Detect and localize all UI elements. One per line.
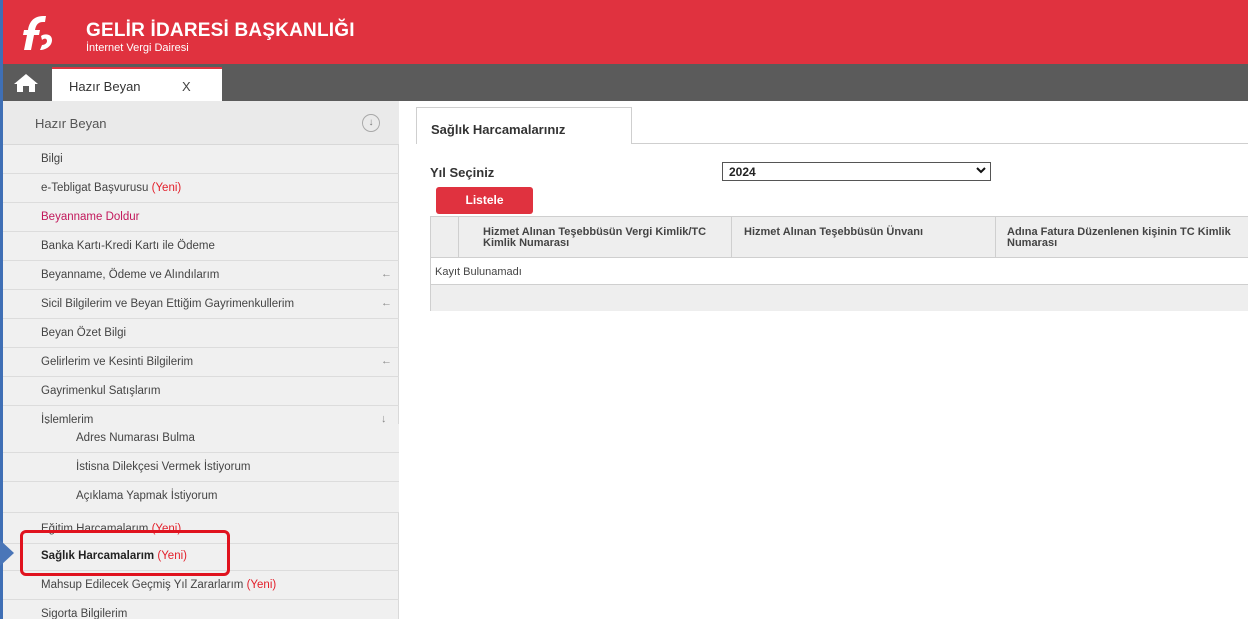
sidebar-item-label: Beyanname Doldur xyxy=(41,211,140,223)
sidebar-item-label: Eğitim Harcamalarım xyxy=(41,523,149,535)
sidebar-item-label: Açıklama Yapmak İstiyorum xyxy=(76,490,218,502)
gib-logo-icon xyxy=(23,16,52,50)
sidebar-item-label: Beyan Özet Bilgi xyxy=(41,327,127,339)
sidebar-item-beyanname-doldur[interactable]: Beyanname Doldur xyxy=(3,203,399,232)
sidebar-item-label: Sigorta Bilgilerim xyxy=(41,608,128,619)
new-badge: (Yeni) xyxy=(151,182,182,194)
app-subtitle: İnternet Vergi Dairesi xyxy=(86,42,189,54)
sidebar-item-label: e-Tebligat Başvurusu xyxy=(41,182,149,194)
expand-arrow-icon: ← xyxy=(381,297,392,309)
sidebar-item-label: Bilgi xyxy=(41,153,63,165)
column-header-label: Hizmet Alınan Teşebbüsün Ünvanı xyxy=(744,226,924,238)
sidebar-item-beyanname-odeme[interactable]: Beyanname, Ödeme ve Alındılarım ← xyxy=(3,261,399,290)
year-select[interactable]: 2024 xyxy=(722,162,991,181)
sidebar-item-beyan-ozet[interactable]: Beyan Özet Bilgi xyxy=(3,319,399,348)
column-header[interactable]: Adına Fatura Düzenlenen kişinin TC Kimli… xyxy=(996,217,1248,257)
sidebar-subitem-adres-numarasi[interactable]: Adres Numarası Bulma xyxy=(3,424,399,453)
sidebar-header-label: Hazır Beyan xyxy=(35,116,107,131)
close-tab-icon[interactable]: X xyxy=(182,79,191,94)
expand-arrow-icon: ← xyxy=(381,268,392,280)
column-header[interactable]: Hizmet Alınan Teşebbüsün Vergi Kimlik/TC… xyxy=(459,217,732,257)
sidebar-item-label: Gayrimenkul Satışlarım xyxy=(41,385,161,397)
sidebar-item-sicil-bilgilerim[interactable]: Sicil Bilgilerim ve Beyan Ettiğim Gayrim… xyxy=(3,290,399,319)
app-title: GELİR İDARESİ BAŞKANLIĞI xyxy=(86,20,355,41)
chevron-down-icon xyxy=(976,167,986,174)
pointer-arrow-icon xyxy=(0,540,14,566)
column-header[interactable]: Hizmet Alınan Teşebbüsün Ünvanı xyxy=(732,217,996,257)
sidebar-item-label: Beyanname, Ödeme ve Alındılarım xyxy=(41,269,220,281)
sidebar-item-label: İstisna Dilekçesi Vermek İstiyorum xyxy=(76,461,251,473)
sidebar-item-mahsup-edilecek[interactable]: Mahsup Edilecek Geçmiş Yıl Zararlarım (Y… xyxy=(3,571,399,600)
sidebar-item-label: Adres Numarası Bulma xyxy=(76,432,195,444)
sidebar-item-sigorta-bilgilerim[interactable]: Sigorta Bilgilerim xyxy=(3,600,399,619)
tab-strip: Hazır Beyan X xyxy=(3,64,1248,101)
sidebar-header[interactable]: Hazır Beyan ↓ xyxy=(3,101,399,145)
new-badge: (Yeni) xyxy=(246,579,277,591)
empty-message: Kayıt Bulunamadı xyxy=(435,266,522,278)
sidebar-item-e-tebligat[interactable]: e-Tebligat Başvurusu (Yeni) xyxy=(3,174,399,203)
sidebar-subitem-istisna-dilekcesi[interactable]: İstisna Dilekçesi Vermek İstiyorum xyxy=(3,453,399,482)
list-button[interactable]: Listele xyxy=(436,187,533,214)
content-tab-label: Sağlık Harcamalarınız xyxy=(431,122,566,137)
new-badge: (Yeni) xyxy=(157,550,187,562)
sidebar-item-gelirlerim[interactable]: Gelirlerim ve Kesinti Bilgilerim ← xyxy=(3,348,399,377)
top-header: GELİR İDARESİ BAŞKANLIĞI İnternet Vergi … xyxy=(3,0,1248,64)
sidebar-item-label: Sağlık Harcamalarım xyxy=(41,550,155,562)
year-select-value: 2024 xyxy=(729,165,756,179)
sidebar: Hazır Beyan ↓ Bilgi e-Tebligat Başvurusu… xyxy=(3,101,399,619)
expand-arrow-icon: ← xyxy=(381,355,392,367)
home-icon[interactable] xyxy=(13,73,39,93)
table-header-blank xyxy=(431,217,459,257)
table-header: Hizmet Alınan Teşebbüsün Vergi Kimlik/TC… xyxy=(431,217,1248,258)
sidebar-item-egitim-harcamalarim[interactable]: Eğitim Harcamalarım (Yeni) xyxy=(3,515,399,544)
results-table: Hizmet Alınan Teşebbüsün Vergi Kimlik/TC… xyxy=(430,216,1248,311)
tab-label: Hazır Beyan xyxy=(69,79,141,94)
column-header-label: Hizmet Alınan Teşebbüsün Vergi Kimlik/TC… xyxy=(483,226,707,249)
table-footer xyxy=(431,285,1248,311)
sidebar-subitem-aciklama-yapmak[interactable]: Açıklama Yapmak İstiyorum xyxy=(3,482,399,513)
sidebar-item-label: Sicil Bilgilerim ve Beyan Ettiğim Gayrim… xyxy=(41,298,295,310)
sidebar-item-label: Mahsup Edilecek Geçmiş Yıl Zararlarım xyxy=(41,579,244,591)
new-badge: (Yeni) xyxy=(151,523,182,535)
app-window: GELİR İDARESİ BAŞKANLIĞI İnternet Vergi … xyxy=(0,0,1248,619)
column-header-label: Adına Fatura Düzenlenen kişinin TC Kimli… xyxy=(1007,226,1231,249)
tab-divider xyxy=(632,143,1248,144)
tab-hazir-beyan[interactable]: Hazır Beyan X xyxy=(52,67,222,101)
sidebar-item-label: Gelirlerim ve Kesinti Bilgilerim xyxy=(41,356,194,368)
main-content: Sağlık Harcamalarınız Yıl Seçiniz 2024 L… xyxy=(400,101,1248,619)
sidebar-item-label: Banka Kartı-Kredi Kartı ile Ödeme xyxy=(41,240,215,252)
tab-saglik-harcamalariniz[interactable]: Sağlık Harcamalarınız xyxy=(416,107,632,144)
sidebar-item-banka-karti[interactable]: Banka Kartı-Kredi Kartı ile Ödeme xyxy=(3,232,399,261)
sidebar-item-gayrimenkul-satislarim[interactable]: Gayrimenkul Satışlarım xyxy=(3,377,399,406)
collapse-icon[interactable]: ↓ xyxy=(362,114,380,132)
table-row: Kayıt Bulunamadı xyxy=(431,258,1248,285)
sidebar-item-saglik-harcamalarim[interactable]: Sağlık Harcamalarım (Yeni) xyxy=(3,542,399,571)
sidebar-item-bilgi[interactable]: Bilgi xyxy=(3,145,399,174)
year-label: Yıl Seçiniz xyxy=(430,165,495,180)
